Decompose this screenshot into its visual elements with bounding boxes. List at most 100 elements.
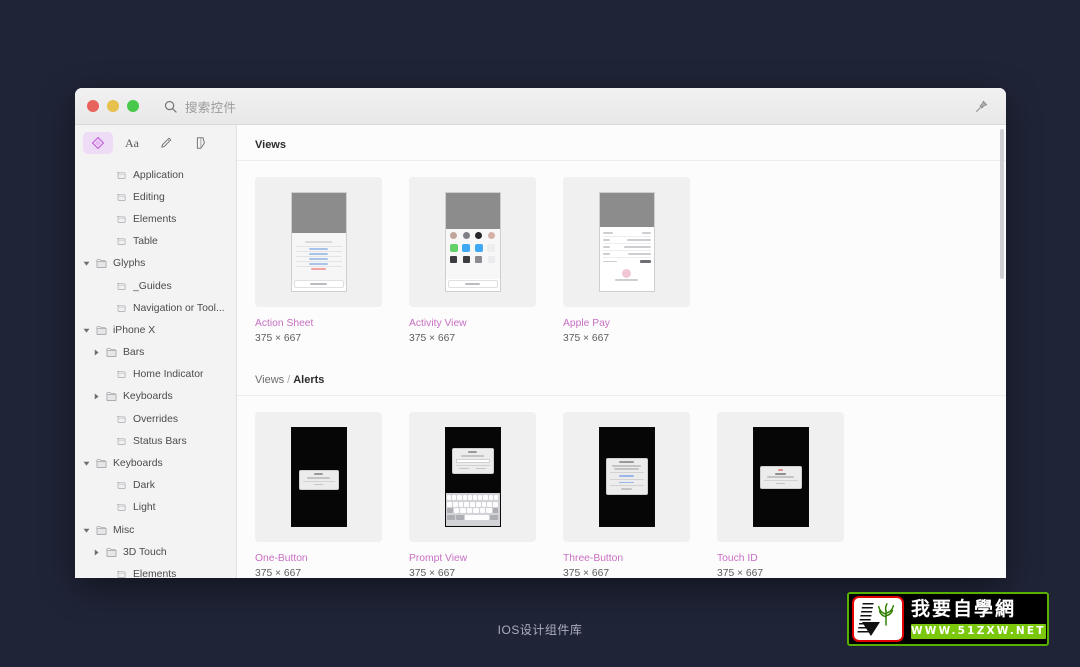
tab-layer-styles[interactable]	[151, 132, 181, 154]
card-thumbnail	[409, 177, 536, 307]
chevron-down-icon[interactable]	[81, 527, 91, 534]
watermark-badge-icon	[852, 596, 904, 642]
section-header-views-alerts: Views / Alerts	[237, 360, 1006, 396]
text-style-icon: Aa	[125, 135, 139, 150]
close-button[interactable]	[87, 100, 99, 112]
breadcrumb-separator: /	[287, 374, 291, 386]
sidebar-tool-tabs: Aa	[75, 125, 236, 161]
sidebar-item-label: iPhone X	[113, 324, 156, 336]
sidebar-item-label: Application	[133, 169, 184, 181]
sidebar-item-application[interactable]: Application	[75, 164, 236, 186]
minimize-button[interactable]	[107, 100, 119, 112]
page-icon	[116, 569, 128, 578]
window-controls	[87, 100, 139, 112]
sidebar-item-glyphs[interactable]: Glyphs	[75, 253, 236, 275]
folder-icon	[106, 347, 118, 358]
search-field[interactable]: 搜索控件	[164, 97, 236, 116]
watermark-url: WWW.51ZXW.NET	[911, 623, 1046, 639]
card-activity-view[interactable]: Activity View 375 × 667	[409, 177, 536, 344]
mock-action-sheet	[290, 192, 347, 292]
pin-icon[interactable]	[974, 100, 988, 114]
card-name: Activity View	[409, 318, 467, 329]
page-icon	[116, 414, 128, 425]
card-grid-views: Action Sheet 375 × 667 Activity View 375…	[237, 161, 1006, 344]
sidebar-item-elements[interactable]: Elements	[75, 208, 236, 230]
sidebar-item-keyboards[interactable]: Keyboards	[75, 452, 236, 474]
desktop-background: 搜索控件 Aa Application Editing Elements Tab…	[0, 0, 1080, 667]
window-body: Aa Application Editing Elements Table Gl…	[75, 125, 1006, 578]
sidebar-item-label: Light	[133, 502, 156, 514]
card-one-button[interactable]: One-Button 375 × 667	[255, 412, 382, 578]
watermark-brand: 我要自學網	[911, 597, 1017, 620]
mock-touch-id	[752, 427, 809, 527]
diamond-symbol-icon	[91, 136, 105, 150]
card-size: 375 × 667	[563, 568, 610, 578]
card-name: Apple Pay	[563, 318, 610, 329]
section-title: Views	[255, 139, 286, 151]
card-size: 375 × 667	[255, 568, 302, 578]
card-name: Prompt View	[409, 553, 468, 564]
content-scroller[interactable]: Views Action Sheet 375 × 667 Activity Vi…	[237, 125, 1006, 578]
sidebar-item-home-indicator[interactable]: Home Indicator	[75, 364, 236, 386]
search-icon	[164, 100, 177, 113]
sidebar-item-editing[interactable]: Editing	[75, 186, 236, 208]
sidebar-item-light[interactable]: Light	[75, 497, 236, 519]
page-icon	[116, 480, 128, 491]
content-scrollbar[interactable]	[1000, 129, 1004, 279]
folder-icon	[96, 525, 108, 536]
sidebar-item-label: Navigation or Tool...	[133, 302, 225, 314]
sidebar-item-keyboards[interactable]: Keyboards	[75, 386, 236, 408]
mock-activity-view	[444, 192, 501, 292]
sidebar-item-3d-touch[interactable]: 3D Touch	[75, 541, 236, 563]
color-swatch-icon	[196, 137, 205, 149]
sidebar-item-label: Bars	[123, 347, 145, 359]
sidebar-item-navigation-or-tool[interactable]: Navigation or Tool...	[75, 297, 236, 319]
sidebar-item-table[interactable]: Table	[75, 231, 236, 253]
content-area: Views Action Sheet 375 × 667 Activity Vi…	[237, 125, 1006, 578]
card-name: One-Button	[255, 553, 308, 564]
card-action-sheet[interactable]: Action Sheet 375 × 667	[255, 177, 382, 344]
card-thumbnail	[255, 177, 382, 307]
layers-tree[interactable]: Application Editing Elements Table Glyphs _Gu…	[75, 161, 236, 578]
card-size: 375 × 667	[717, 568, 764, 578]
chevron-down-icon[interactable]	[81, 260, 91, 267]
sidebar-item-misc[interactable]: Misc	[75, 519, 236, 541]
card-name: Touch ID	[717, 553, 758, 564]
page-icon	[116, 281, 128, 292]
card-thumbnail	[563, 412, 690, 542]
sidebar-item-dark[interactable]: Dark	[75, 475, 236, 497]
watermark-logo: 我要自學網 WWW.51ZXW.NET	[847, 592, 1049, 646]
sidebar-item-guides[interactable]: _Guides	[75, 275, 236, 297]
chevron-down-icon[interactable]	[81, 460, 91, 467]
chevron-right-icon[interactable]	[91, 549, 101, 556]
card-prompt-view[interactable]: Prompt View 375 × 667	[409, 412, 536, 578]
window-titlebar: 搜索控件	[75, 88, 1006, 125]
sidebar-item-iphone-x[interactable]: iPhone X	[75, 319, 236, 341]
card-apple-pay[interactable]: Apple Pay 375 × 667	[563, 177, 690, 344]
sidebar-item-label: Glyphs	[113, 258, 146, 270]
sidebar-item-elements[interactable]: Elements	[75, 563, 236, 578]
folder-icon	[106, 547, 118, 558]
card-size: 375 × 667	[563, 333, 610, 344]
chevron-right-icon[interactable]	[91, 393, 101, 400]
chevron-right-icon[interactable]	[91, 349, 101, 356]
zoom-button[interactable]	[127, 100, 139, 112]
card-name: Three-Button	[563, 553, 624, 564]
sidebar-item-status-bars[interactable]: Status Bars	[75, 430, 236, 452]
sidebar-item-bars[interactable]: Bars	[75, 342, 236, 364]
tab-symbols[interactable]	[83, 132, 113, 154]
card-size: 375 × 667	[409, 333, 456, 344]
page-icon	[116, 236, 128, 247]
tab-text-styles[interactable]: Aa	[117, 132, 147, 154]
sidebar-item-overrides[interactable]: Overrides	[75, 408, 236, 430]
chevron-down-icon[interactable]	[81, 327, 91, 334]
sidebar-item-label: Dark	[133, 480, 155, 492]
card-three-button[interactable]: Three-Button 375 × 667	[563, 412, 690, 578]
sidebar-item-label: Keyboards	[123, 391, 173, 403]
card-thumbnail	[409, 412, 536, 542]
card-touch-id[interactable]: Touch ID 375 × 667	[717, 412, 844, 578]
tab-color-styles[interactable]	[185, 132, 215, 154]
sidebar-item-label: Misc	[113, 524, 135, 536]
sidebar-item-label: Home Indicator	[133, 369, 204, 381]
sidebar-item-label: Elements	[133, 568, 177, 578]
